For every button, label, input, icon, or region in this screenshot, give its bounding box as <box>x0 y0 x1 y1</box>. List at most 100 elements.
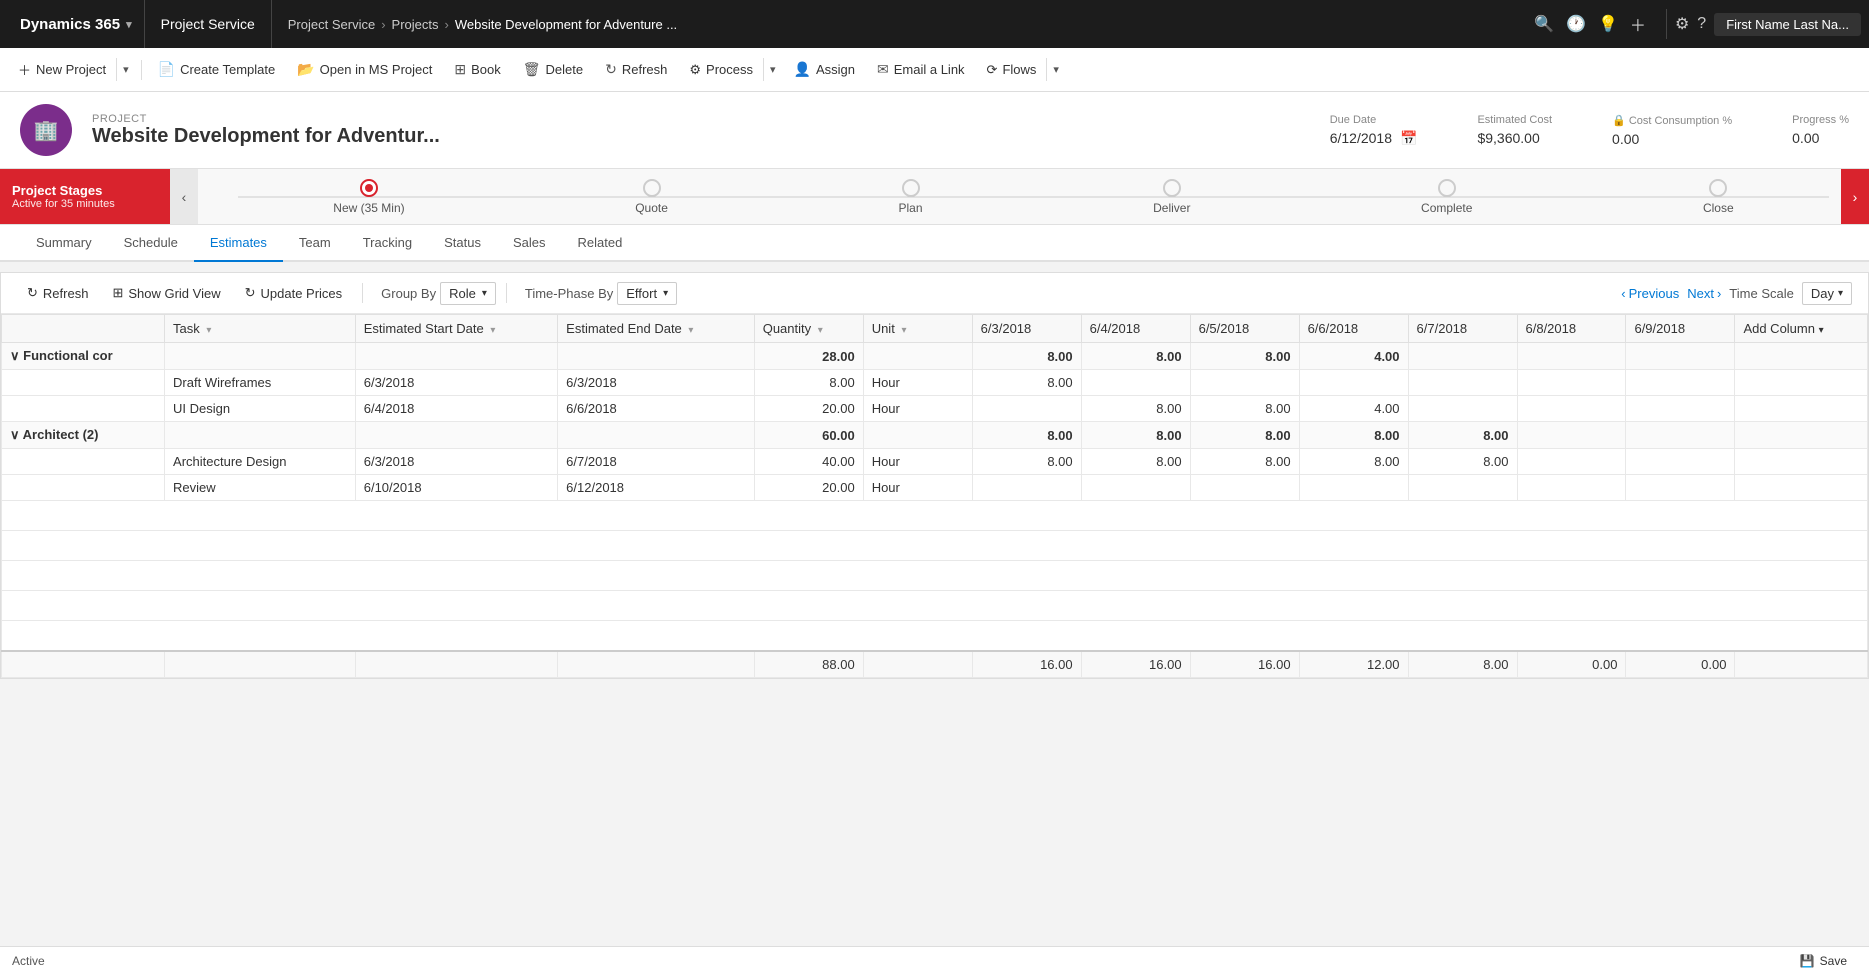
group-end-functional <box>558 343 755 370</box>
footer-blank4 <box>558 651 755 678</box>
est-sep2 <box>506 283 507 303</box>
tab-schedule[interactable]: Schedule <box>108 225 194 262</box>
email-link-btn[interactable]: ✉ Email a Link <box>867 56 975 83</box>
new-project-main[interactable]: ＋ New Project <box>8 55 116 84</box>
stage-item-quote[interactable]: Quote <box>635 179 668 215</box>
delete-btn[interactable]: 🗑 Delete <box>513 56 593 83</box>
footer-d66: 12.00 <box>1299 651 1408 678</box>
stage-item-new[interactable]: New (35 Min) <box>333 179 404 215</box>
time-phase-select[interactable]: Effort ▾ <box>617 282 677 305</box>
stage-item-deliver[interactable]: Deliver <box>1153 179 1190 215</box>
group-d63-functional: 8.00 <box>972 343 1081 370</box>
th-task[interactable]: Task ▾ <box>165 315 356 343</box>
group-expand-architect[interactable]: ∨ Architect (2) <box>2 422 165 449</box>
group-task-functional <box>165 343 356 370</box>
stage-circle-close <box>1709 179 1727 197</box>
stage-name-plan: Plan <box>899 201 923 215</box>
create-template-btn[interactable]: 📄 Create Template <box>148 56 286 83</box>
tab-estimates[interactable]: Estimates <box>194 225 283 262</box>
row-start-uid: 6/4/2018 <box>355 396 557 422</box>
th-end-label: Estimated End Date <box>566 321 682 336</box>
stage-label-sub: Active for 35 minutes <box>12 198 158 210</box>
open-ms-project-btn[interactable]: 📂 Open in MS Project <box>287 56 442 83</box>
stage-name-deliver: Deliver <box>1153 201 1190 215</box>
row-d67-dw <box>1408 370 1517 396</box>
group-add-architect <box>1735 422 1868 449</box>
timescale-select[interactable]: Day ▾ <box>1802 282 1852 305</box>
stage-prev-btn[interactable]: ‹ <box>170 169 198 224</box>
search-icon[interactable]: 🔍 <box>1534 14 1554 34</box>
est-update-prices-label: Update Prices <box>261 286 343 301</box>
row-d65-ad: 8.00 <box>1190 449 1299 475</box>
project-avatar: 🏢 <box>20 104 72 156</box>
group-d68-architect <box>1517 422 1626 449</box>
th-add-col[interactable]: Add Column ▾ <box>1735 315 1868 343</box>
est-show-grid-btn[interactable]: ⊞ Show Grid View <box>102 281 230 305</box>
th-end[interactable]: Estimated End Date ▾ <box>558 315 755 343</box>
user-menu[interactable]: First Name Last Na... <box>1714 13 1861 36</box>
row-d64-rev <box>1081 475 1190 501</box>
tab-summary[interactable]: Summary <box>20 225 108 262</box>
tab-related[interactable]: Related <box>561 225 638 262</box>
project-info: PROJECT Website Development for Adventur… <box>92 113 1290 148</box>
flows-arrow[interactable]: ▾ <box>1046 58 1065 81</box>
calendar-icon[interactable]: 📅 <box>1400 130 1417 147</box>
th-qty[interactable]: Quantity ▾ <box>754 315 863 343</box>
footer-blank2 <box>165 651 356 678</box>
add-icon[interactable]: ＋ <box>1630 12 1646 36</box>
group-by-select[interactable]: Role ▾ <box>440 282 496 305</box>
settings-icon[interactable]: ⚙ <box>1675 14 1689 34</box>
th-unit[interactable]: Unit ▾ <box>863 315 972 343</box>
process-btn[interactable]: ⚙ Process ▾ <box>679 57 781 83</box>
save-button[interactable]: 💾 Save <box>1790 951 1857 971</box>
book-btn[interactable]: ⊞ Book <box>444 56 510 83</box>
stage-item-complete[interactable]: Complete <box>1421 179 1472 215</box>
stage-name-complete: Complete <box>1421 201 1472 215</box>
breadcrumb-projects[interactable]: Projects <box>392 17 439 32</box>
group-expand-functional[interactable]: ∨ Functional cor <box>2 343 165 370</box>
stage-item-plan[interactable]: Plan <box>899 179 923 215</box>
flows-main[interactable]: ⟳ Flows <box>977 57 1047 83</box>
new-project-arrow[interactable]: ▾ <box>116 58 135 81</box>
tab-team[interactable]: Team <box>283 225 347 262</box>
th-start[interactable]: Estimated Start Date ▾ <box>355 315 557 343</box>
recent-icon[interactable]: 🕐 <box>1566 14 1586 34</box>
footer-unit <box>863 651 972 678</box>
row-d68-dw <box>1517 370 1626 396</box>
process-icon: ⚙ <box>689 62 701 78</box>
brand[interactable]: Dynamics 365 ▾ <box>8 0 145 48</box>
est-update-prices-btn[interactable]: ↻ Update Prices <box>235 281 353 305</box>
stage-item-close[interactable]: Close <box>1703 179 1734 215</box>
process-main[interactable]: ⚙ Process <box>679 57 763 83</box>
breadcrumb-ps[interactable]: Project Service <box>288 17 375 32</box>
stage-next-btn[interactable]: › <box>1841 169 1869 224</box>
flows-btn[interactable]: ⟳ Flows ▾ <box>977 57 1065 83</box>
est-refresh-btn[interactable]: ↻ Refresh <box>17 281 98 305</box>
empty-row-5 <box>2 621 1868 651</box>
timescale-label: Time Scale <box>1729 286 1794 301</box>
process-arrow[interactable]: ▾ <box>763 58 782 81</box>
group-add-functional <box>1735 343 1868 370</box>
estimates-toolbar: ↻ Refresh ⊞ Show Grid View ↻ Update Pric… <box>1 273 1868 314</box>
footer-d64: 16.00 <box>1081 651 1190 678</box>
tab-tracking[interactable]: Tracking <box>347 225 428 262</box>
next-btn[interactable]: Next › <box>1687 286 1721 301</box>
tab-sales[interactable]: Sales <box>497 225 562 262</box>
row-d66-rev <box>1299 475 1408 501</box>
row-task-dw: Draft Wireframes <box>165 370 356 396</box>
row-d69-uid <box>1626 396 1735 422</box>
row-d65-rev <box>1190 475 1299 501</box>
row-add-ad <box>1735 449 1868 475</box>
row-d65-uid: 8.00 <box>1190 396 1299 422</box>
assign-btn[interactable]: 👤 Assign <box>784 56 865 83</box>
help-tips-icon[interactable]: 💡 <box>1598 14 1618 34</box>
prev-btn[interactable]: ‹ Previous <box>1621 286 1679 301</box>
group-d65-architect: 8.00 <box>1190 422 1299 449</box>
group-row-functional: ∨ Functional cor 28.00 8.00 8.00 8.00 4.… <box>2 343 1868 370</box>
footer-d63: 16.00 <box>972 651 1081 678</box>
grid-container: Task ▾ Estimated Start Date ▾ Estimated … <box>1 314 1868 678</box>
tab-status[interactable]: Status <box>428 225 497 262</box>
refresh-btn[interactable]: ↻ Refresh <box>595 56 677 83</box>
help-icon[interactable]: ? <box>1697 15 1706 33</box>
new-project-btn[interactable]: ＋ New Project ▾ <box>8 55 135 84</box>
